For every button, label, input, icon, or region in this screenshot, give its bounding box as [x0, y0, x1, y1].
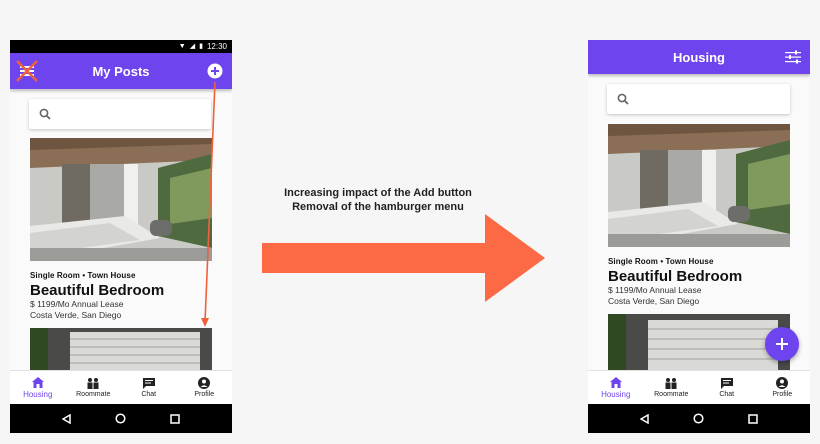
- plus-icon: [776, 338, 788, 350]
- page-title: My Posts: [92, 63, 150, 79]
- home-circle-icon[interactable]: [115, 413, 127, 424]
- add-button[interactable]: [207, 63, 223, 79]
- filter-sliders-icon: [785, 50, 801, 64]
- listing-title: Beautiful Bedroom: [608, 268, 743, 285]
- chat-icon: [142, 377, 155, 389]
- listing-card[interactable]: Single Room • Town House Beautiful Bedro…: [608, 257, 798, 307]
- nav-label: Chat: [719, 390, 735, 398]
- room-image: [30, 328, 212, 370]
- add-fab-button[interactable]: [765, 327, 799, 361]
- search-icon: [39, 108, 51, 120]
- nav-item-chat[interactable]: Chat: [699, 371, 755, 404]
- battery-icon: ▮: [199, 43, 203, 50]
- listing-photo-2[interactable]: [608, 314, 790, 370]
- listing-title: Beautiful Bedroom: [30, 282, 165, 299]
- search-bar[interactable]: [607, 84, 790, 114]
- nav-item-roommate[interactable]: Roommate: [644, 371, 700, 404]
- wifi-icon: ▼: [178, 43, 186, 50]
- listing-card[interactable]: Single Room • Town House Beautiful Bedro…: [30, 271, 220, 321]
- profile-icon: [776, 377, 789, 389]
- annotation-line-2: Removal of the hamburger menu: [292, 201, 464, 213]
- listing-price: $ 1199/Mo Annual Lease: [608, 285, 702, 295]
- listing-location: Costa Verde, San Diego: [30, 310, 122, 320]
- signal-icon: ◢: [189, 43, 196, 50]
- nav-label: Chat: [141, 390, 157, 398]
- system-navigation-bar: [10, 404, 232, 433]
- bedroom-image: [608, 124, 790, 247]
- bottom-navigation: Housing Roommate Chat Profile: [10, 370, 232, 404]
- nav-label: Roommate: [654, 390, 689, 398]
- nav-item-roommate[interactable]: Roommate: [66, 371, 122, 404]
- back-icon[interactable]: [61, 413, 72, 424]
- page-title: Housing: [673, 49, 725, 65]
- annotation-caption: Increasing impact of the Add button Remo…: [258, 186, 498, 214]
- nav-label: Profile: [194, 391, 215, 398]
- add-circle-icon: [207, 63, 223, 79]
- nav-item-profile[interactable]: Profile: [177, 371, 233, 404]
- bottom-navigation: Housing Roommate Chat Profile: [588, 370, 810, 404]
- nav-item-housing[interactable]: Housing: [10, 371, 66, 404]
- hamburger-menu-icon: [16, 60, 38, 82]
- bedroom-image: [30, 138, 212, 261]
- transition-arrow: [262, 214, 545, 302]
- roommate-icon: [665, 377, 677, 389]
- nav-item-housing[interactable]: Housing: [588, 371, 644, 404]
- nav-item-chat[interactable]: Chat: [121, 371, 177, 404]
- app-bar: My Posts: [10, 53, 232, 89]
- search-bar[interactable]: [29, 99, 211, 129]
- listing-type: Single Room • Town House: [608, 257, 714, 266]
- nav-label: Profile: [772, 391, 793, 398]
- room-image: [608, 314, 790, 370]
- phone-after: Housing Single Room • Town House Beautif…: [588, 40, 810, 433]
- listing-price: $ 1199/Mo Annual Lease: [30, 299, 124, 309]
- back-icon[interactable]: [639, 413, 650, 424]
- search-icon: [617, 93, 629, 105]
- status-bar: ▼ ◢ ▮ 12:30: [10, 40, 232, 53]
- home-icon: [31, 376, 44, 388]
- listing-photo[interactable]: [608, 124, 790, 247]
- profile-icon: [198, 377, 211, 389]
- annotation-line-1: Increasing impact of the Add button: [284, 187, 472, 199]
- filter-button[interactable]: [785, 49, 801, 65]
- listing-photo[interactable]: [30, 138, 212, 261]
- nav-label: Housing: [23, 389, 53, 399]
- menu-button[interactable]: [16, 60, 38, 82]
- recents-icon[interactable]: [170, 413, 180, 424]
- phone-before: ▼ ◢ ▮ 12:30 My Posts Single Room • Town …: [10, 40, 232, 433]
- chat-icon: [720, 377, 733, 389]
- recents-icon[interactable]: [748, 413, 758, 424]
- listing-location: Costa Verde, San Diego: [608, 296, 700, 306]
- listing-type: Single Room • Town House: [30, 271, 136, 280]
- status-time: 12:30: [206, 42, 227, 51]
- nav-item-profile[interactable]: Profile: [755, 371, 811, 404]
- listing-photo-2[interactable]: [30, 328, 212, 370]
- app-bar: Housing: [588, 40, 810, 74]
- roommate-icon: [87, 377, 99, 389]
- system-navigation-bar: [588, 404, 810, 433]
- home-circle-icon[interactable]: [693, 413, 705, 424]
- nav-label: Roommate: [76, 390, 111, 398]
- nav-label: Housing: [601, 389, 631, 399]
- home-icon: [609, 376, 622, 388]
